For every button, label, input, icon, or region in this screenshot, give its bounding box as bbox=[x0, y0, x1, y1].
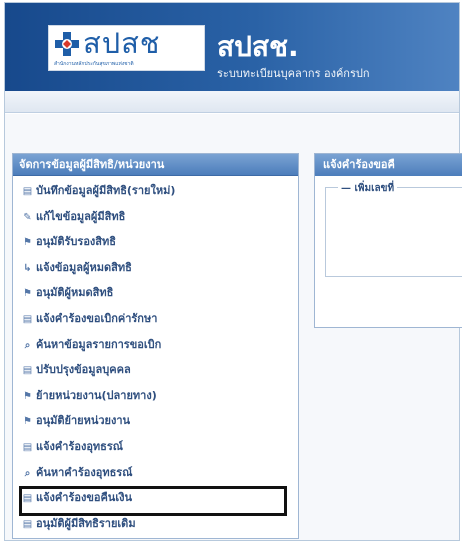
menu-item-label: แจ้งคำร้องอุทธรณ์ bbox=[36, 439, 124, 453]
menu-item[interactable]: ⚑ ย้ายหน่วยงาน(ปลายทาง) bbox=[13, 383, 298, 409]
menu-item[interactable]: ⚑ อนุมัติผู้หมดสิทธิ bbox=[13, 280, 298, 306]
menu-item-label: แจ้งคำร้องขอเบิกค่ารักษา bbox=[36, 311, 158, 325]
edit-icon: ✎ bbox=[23, 211, 32, 223]
app-subtitle: ระบบทะเบียนบุคลากร องค์กรปก bbox=[217, 67, 370, 80]
menu-item-label: ค้นหาคำร้องอุทธรณ์ bbox=[36, 465, 133, 479]
menu-item[interactable]: ⚑ อนุมัติย้ายหน่วยงาน bbox=[13, 408, 298, 434]
logo-text: สปสช bbox=[83, 26, 161, 60]
search-icon: ⌕ bbox=[24, 339, 31, 351]
search-icon: ⌕ bbox=[24, 467, 31, 479]
menu-item-label: อนุมัติผู้หมดสิทธิ bbox=[36, 286, 114, 300]
header-banner: สปสช สำนักงานหลักประกันสุขภาพแห่งชาติ สป… bbox=[5, 3, 459, 91]
content-panel: แจ้งคำร้องขอคื — เพิ่มเลขที่ bbox=[314, 153, 462, 328]
form-icon: ▤ bbox=[22, 365, 33, 377]
menu-item[interactable]: ✎ แก้ไขข้อมูลผู้มีสิทธิ bbox=[13, 204, 298, 230]
menu-title: จัดการข้อมูลผู้มีสิทธิ/หน่วยงาน bbox=[13, 154, 298, 176]
menu-item-label: แจ้งข้อมูลผู้หมดสิทธิ bbox=[36, 260, 132, 274]
form-icon: ▤ bbox=[22, 313, 33, 325]
menu-list: ▤ บันทึกข้อมูลผู้มีสิทธิ(รายใหม่) ✎ แก้ไขข้… bbox=[13, 176, 298, 536]
menu-item[interactable]: ▤ อนุมัติผู้มีสิทธิรายเดิม bbox=[13, 511, 298, 537]
menu-item-label: ย้ายหน่วยงาน(ปลายทาง) bbox=[36, 388, 157, 402]
add-number-fieldset: — เพิ่มเลขที่ bbox=[325, 181, 462, 277]
menu-item[interactable]: ▤ บันทึกข้อมูลผู้มีสิทธิ(รายใหม่) bbox=[13, 178, 298, 204]
menu-item[interactable]: ▤ ปรับปรุงข้อมูลบุคคล bbox=[13, 357, 298, 383]
fieldset-legend: — เพิ่มเลขที่ bbox=[338, 181, 398, 196]
menu-item-label: แก้ไขข้อมูลผู้มีสิทธิ bbox=[36, 209, 126, 223]
notify-icon: ↳ bbox=[23, 262, 32, 274]
menu-item[interactable]: ⚑ อนุมัติรับรองสิทธิ bbox=[13, 229, 298, 255]
form-icon: ▤ bbox=[22, 493, 33, 505]
menu-item[interactable]: ▤ แจ้งคำร้องขอเบิกค่ารักษา bbox=[13, 306, 298, 332]
menu-item[interactable]: ⌕ ค้นหาคำร้องอุทธรณ์ bbox=[13, 460, 298, 486]
menu-item[interactable]: ↳ แจ้งข้อมูลผู้หมดสิทธิ bbox=[13, 255, 298, 281]
nhso-logo: สปสช สำนักงานหลักประกันสุขภาพแห่งชาติ bbox=[48, 25, 205, 71]
menu-item-label: อนุมัติรับรองสิทธิ bbox=[36, 235, 116, 249]
menu-item-label: ค้นหาข้อมูลรายการขอเบิก bbox=[36, 337, 162, 351]
app-title: สปสช. bbox=[217, 30, 299, 63]
menu-item[interactable]: ⌕ ค้นหาข้อมูลรายการขอเบิก bbox=[13, 332, 298, 358]
flag-icon: ⚑ bbox=[23, 237, 32, 249]
content-title: แจ้งคำร้องขอคื bbox=[315, 154, 462, 176]
side-menu-panel: จัดการข้อมูลผู้มีสิทธิ/หน่วยงาน ▤ บันทึกข… bbox=[12, 153, 299, 539]
form-icon: ▤ bbox=[22, 186, 33, 197]
menu-item-label: ปรับปรุงข้อมูลบุคคล bbox=[36, 363, 131, 377]
menu-item-label: อนุมัติผู้มีสิทธิรายเดิม bbox=[36, 516, 136, 530]
flag-icon: ⚑ bbox=[23, 390, 32, 402]
form-icon: ▤ bbox=[22, 441, 33, 453]
menu-item[interactable]: ▤ แจ้งคำร้องอุทธรณ์ bbox=[13, 434, 298, 460]
flag-icon: ⚑ bbox=[23, 416, 32, 428]
form-icon: ▤ bbox=[22, 518, 33, 530]
menu-item[interactable]: ▤ แจ้งคำร้องขอคืนเงิน bbox=[13, 485, 298, 516]
menu-item-label: อนุมัติย้ายหน่วยงาน bbox=[36, 414, 131, 428]
flag-icon: ⚑ bbox=[23, 288, 32, 300]
logo-emblem-icon bbox=[55, 32, 79, 56]
logo-subtitle: สำนักงานหลักประกันสุขภาพแห่งชาติ bbox=[54, 61, 134, 67]
menu-item-label: บันทึกข้อมูลผู้มีสิทธิ(รายใหม่) bbox=[36, 184, 176, 197]
toolbar-strip bbox=[5, 91, 459, 113]
menu-item-label: แจ้งคำร้องขอคืนเงิน bbox=[36, 491, 132, 505]
